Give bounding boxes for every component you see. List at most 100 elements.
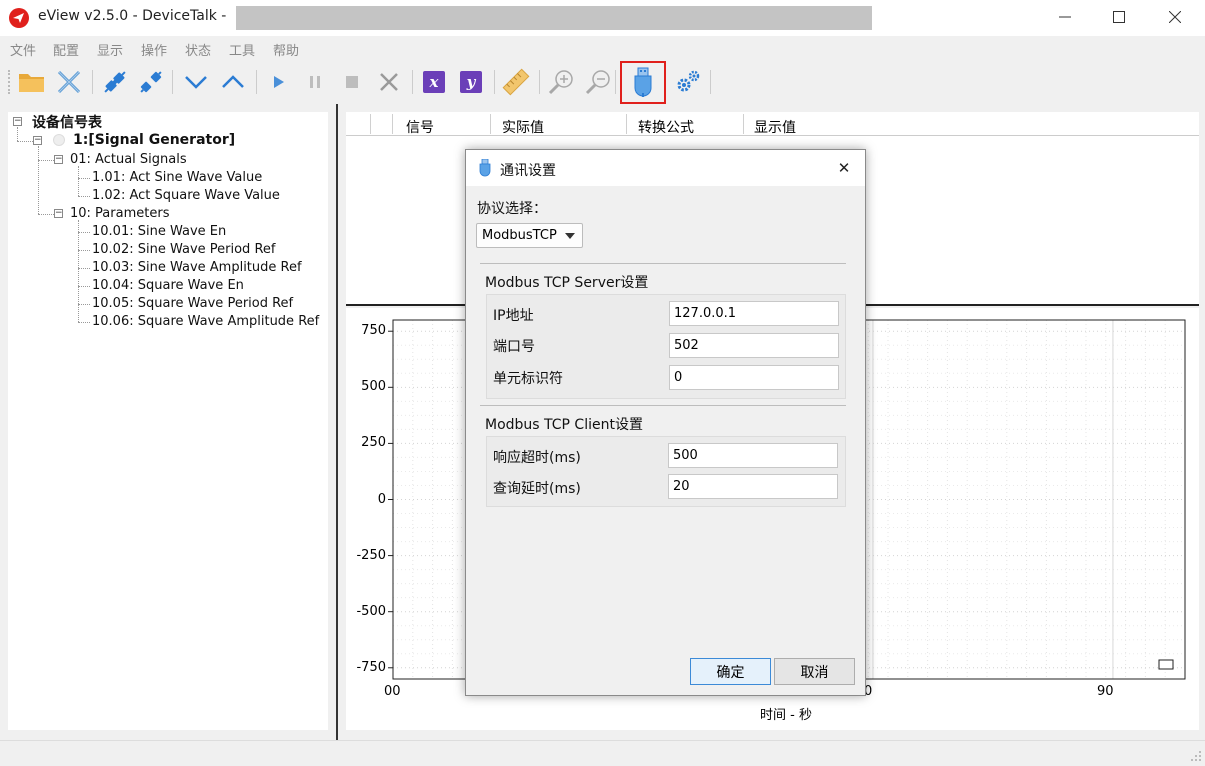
tree-collapse-toggle[interactable]: − <box>13 117 22 126</box>
zoom-in-button[interactable] <box>545 66 577 98</box>
toolbar-separator <box>539 70 540 94</box>
column-divider <box>743 114 744 134</box>
toolbar-separator <box>256 70 257 94</box>
tree-item[interactable]: 10.02: Sine Wave Period Ref <box>92 242 275 257</box>
tree-item[interactable]: 1.01: Act Sine Wave Value <box>92 170 262 185</box>
menu-operate[interactable]: 操作 <box>141 40 167 59</box>
field-label: 响应超时(ms) <box>493 450 581 466</box>
y-tick-label: 500 <box>361 379 386 395</box>
tree-collapse-toggle[interactable]: − <box>33 136 42 145</box>
tree-item[interactable]: 1.02: Act Square Wave Value <box>92 188 280 203</box>
menu-config[interactable]: 配置 <box>53 40 79 59</box>
connect-icon <box>104 71 126 93</box>
toolbar-separator <box>92 70 93 94</box>
tree-line <box>78 196 90 197</box>
zoom-out-icon <box>585 70 610 95</box>
disconnect-icon <box>57 70 81 94</box>
tree-device-label[interactable]: 1:[Signal Generator] <box>73 132 235 148</box>
menu-status[interactable]: 状态 <box>185 40 211 59</box>
minimize-icon <box>1059 16 1071 18</box>
client-group-title: Modbus TCP Client设置 <box>485 417 643 433</box>
column-divider <box>490 114 491 134</box>
column-header-actual-value[interactable]: 实际值 <box>502 117 544 137</box>
tree-item[interactable]: 10.04: Square Wave En <box>92 278 244 293</box>
unit-id-value: 0 <box>674 370 683 385</box>
menu-help[interactable]: 帮助 <box>273 40 299 59</box>
tree-line <box>78 250 90 251</box>
disconnect-all-button[interactable] <box>53 66 85 98</box>
title-bar: eView v2.5.0 - DeviceTalk - <box>0 0 1205 36</box>
maximize-icon <box>1113 11 1125 23</box>
tree-line <box>78 304 90 305</box>
x-tick-label: 90 <box>1097 684 1114 699</box>
device-status-icon <box>53 134 65 146</box>
tree-line <box>78 232 90 233</box>
tree-line <box>38 214 54 215</box>
unplug-icon <box>140 71 162 93</box>
divider <box>480 405 846 406</box>
resize-grip-icon[interactable] <box>1190 750 1202 762</box>
field-label: 单元标识符 <box>493 371 563 387</box>
column-header-display-value[interactable]: 显示值 <box>754 117 796 137</box>
tree-line <box>78 268 90 269</box>
ip-address-input[interactable]: 127.0.0.1 <box>669 301 839 326</box>
play-button[interactable] <box>262 66 294 98</box>
settings-button[interactable] <box>672 66 704 98</box>
tree-line <box>78 166 79 196</box>
tree-line <box>78 286 90 287</box>
y-axis-button[interactable]: y <box>455 66 487 98</box>
connect-button[interactable] <box>99 66 131 98</box>
query-delay-input[interactable]: 20 <box>668 474 838 499</box>
collapse-button[interactable] <box>180 66 212 98</box>
tree-line <box>78 178 90 179</box>
tree-root-label[interactable]: 设备信号表 <box>32 112 102 132</box>
tree-item[interactable]: 10.05: Square Wave Period Ref <box>92 296 293 311</box>
menu-file[interactable]: 文件 <box>10 40 36 59</box>
toolbar-grip <box>8 70 12 94</box>
close-window-button[interactable] <box>1152 0 1198 34</box>
port-value: 502 <box>674 338 699 353</box>
response-timeout-input[interactable]: 500 <box>668 443 838 468</box>
disconnect-button[interactable] <box>135 66 167 98</box>
unit-id-input[interactable]: 0 <box>669 365 839 390</box>
dialog-close-button[interactable]: ✕ <box>828 156 860 180</box>
usb-icon <box>479 159 491 177</box>
ruler-button[interactable] <box>500 66 532 98</box>
tree-item[interactable]: 10.03: Sine Wave Amplitude Ref <box>92 260 302 275</box>
tree-collapse-toggle[interactable]: − <box>54 209 63 218</box>
cancel-button[interactable]: 取消 <box>774 658 855 685</box>
panel-splitter[interactable] <box>336 104 338 740</box>
port-input[interactable]: 502 <box>669 333 839 358</box>
stop-button[interactable] <box>336 66 368 98</box>
minimize-button[interactable] <box>1042 0 1088 34</box>
tree-group-parameters[interactable]: 10: Parameters <box>70 206 169 221</box>
zoom-out-button[interactable] <box>582 66 614 98</box>
tree-collapse-toggle[interactable]: − <box>54 155 63 164</box>
tree-group-actual-signals[interactable]: 01: Actual Signals <box>70 152 187 167</box>
close-icon: ✕ <box>837 159 851 177</box>
comm-settings-button[interactable] <box>627 66 659 98</box>
tree-item[interactable]: 10.01: Sine Wave En <box>92 224 226 239</box>
expand-button[interactable] <box>217 66 249 98</box>
ok-button[interactable]: 确定 <box>690 658 771 685</box>
device-signal-tree: − 设备信号表 − 1:[Signal Generator] − 01: Act… <box>8 112 328 730</box>
open-folder-button[interactable] <box>16 66 48 98</box>
clear-button[interactable] <box>373 66 405 98</box>
legend-box <box>1158 659 1174 670</box>
chevron-down-icon <box>185 76 207 89</box>
pause-button[interactable] <box>299 66 331 98</box>
x-axis-button[interactable]: x <box>418 66 450 98</box>
menu-tools[interactable]: 工具 <box>229 40 255 59</box>
column-divider <box>626 114 627 134</box>
field-label: IP地址 <box>493 308 534 324</box>
maximize-button[interactable] <box>1096 0 1142 34</box>
protocol-select[interactable]: ModbusTCP <box>476 223 583 248</box>
menu-view[interactable]: 显示 <box>97 40 123 59</box>
y-tick-label: -750 <box>356 659 386 675</box>
toolbar-separator <box>412 70 413 94</box>
chevron-up-icon <box>222 75 244 88</box>
tree-item[interactable]: 10.06: Square Wave Amplitude Ref <box>92 314 319 329</box>
dialog-title: 通讯设置 <box>500 163 556 179</box>
column-header-formula[interactable]: 转换公式 <box>638 117 694 137</box>
column-header-signal[interactable]: 信号 <box>406 117 434 137</box>
